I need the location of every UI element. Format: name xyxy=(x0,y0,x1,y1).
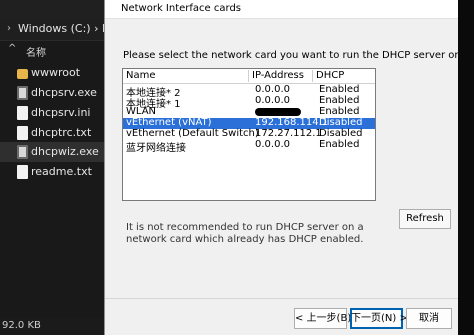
exe-file-icon xyxy=(17,86,28,100)
table-row[interactable]: 蓝牙网络连接 0.0.0.0 Enabled xyxy=(123,139,375,154)
background-window-edge xyxy=(458,0,474,335)
exe-file-icon xyxy=(17,145,28,159)
row-dhcp: Enabled xyxy=(319,84,360,95)
list-item[interactable]: dhcpwiz.exe xyxy=(0,142,104,162)
dialog-title: Network Interface cards xyxy=(121,3,241,14)
file-name: dhcpsrv.exe xyxy=(31,86,97,99)
row-dhcp: Enabled xyxy=(319,95,360,106)
file-name: readme.txt xyxy=(31,165,92,178)
row-name: 蓝牙网络连接 xyxy=(126,143,186,154)
list-item[interactable]: dhcptrc.txt xyxy=(0,123,104,143)
row-ip: 0.0.0.0 xyxy=(255,95,290,106)
document-icon xyxy=(17,106,28,120)
file-name: dhcptrc.txt xyxy=(31,126,92,139)
file-name: dhcpwiz.exe xyxy=(31,145,99,158)
file-name: dhcpsrv.ini xyxy=(31,106,91,119)
list-header: Name IP-Address DHCP xyxy=(123,69,375,84)
back-button[interactable]: < 上一步(B) xyxy=(294,308,351,329)
dialog-prompt: Please select the network card you want … xyxy=(123,50,465,61)
column-header-label: 名称 xyxy=(26,48,46,59)
row-dhcp: Disabled xyxy=(319,128,363,139)
list-item[interactable]: dhcpsrv.exe xyxy=(0,83,104,103)
title-bar[interactable]: Network Interface cards xyxy=(105,0,459,19)
list-item[interactable]: dhcpsrv.ini xyxy=(0,103,104,123)
list-item[interactable]: wwwroot xyxy=(0,63,104,83)
row-ip: 192.168.114.1 xyxy=(255,117,329,128)
dhcp-warning-text: It is not recommended to run DHCP server… xyxy=(126,222,364,245)
next-button[interactable]: 下一页(N) > xyxy=(350,308,408,329)
file-explorer: › Windows (C:) › Portab ^ 名称 wwwroot dhc… xyxy=(0,0,138,335)
column-header-name[interactable]: ^ 名称 xyxy=(0,42,104,60)
document-icon xyxy=(17,126,28,140)
network-card-list[interactable]: Name IP-Address DHCP 本地连接* 2 0.0.0.0 Ena… xyxy=(122,68,376,201)
column-header-name[interactable]: Name xyxy=(123,70,249,82)
refresh-button[interactable]: Refresh xyxy=(399,209,451,229)
row-ip: 0.0.0.0 xyxy=(255,139,290,150)
folder-icon xyxy=(17,69,28,79)
footer-divider xyxy=(105,298,459,299)
row-dhcp: Disabled xyxy=(319,117,363,128)
breadcrumb-separator-icon: › xyxy=(7,23,11,34)
row-ip: 172.27.112.1 xyxy=(255,128,322,139)
status-bar: 92.0 KB xyxy=(0,318,104,335)
redaction-mark xyxy=(255,108,301,116)
row-ip: 0.0.0.0 xyxy=(255,84,290,95)
list-item[interactable]: readme.txt xyxy=(0,162,104,182)
address-bar[interactable]: › Windows (C:) › Portab xyxy=(0,18,138,41)
row-dhcp: Enabled xyxy=(319,139,360,150)
column-header-dhcp[interactable]: DHCP xyxy=(313,70,375,82)
document-icon xyxy=(17,165,28,179)
sort-up-icon: ^ xyxy=(8,43,17,54)
status-size: 92.0 KB xyxy=(2,320,41,331)
file-name: wwwroot xyxy=(31,66,81,79)
row-name: vEthernet (vNAT) xyxy=(126,117,212,128)
row-name: vEthernet (Default Switch) xyxy=(126,128,259,139)
cancel-button[interactable]: 取消 xyxy=(406,308,452,329)
explorer-toolbar xyxy=(0,0,104,18)
column-header-ip[interactable]: IP-Address xyxy=(249,70,313,82)
row-name: WLAN xyxy=(126,106,157,117)
network-interface-dialog: Network Interface cards Please select th… xyxy=(104,0,464,335)
row-dhcp: Enabled xyxy=(319,106,360,117)
